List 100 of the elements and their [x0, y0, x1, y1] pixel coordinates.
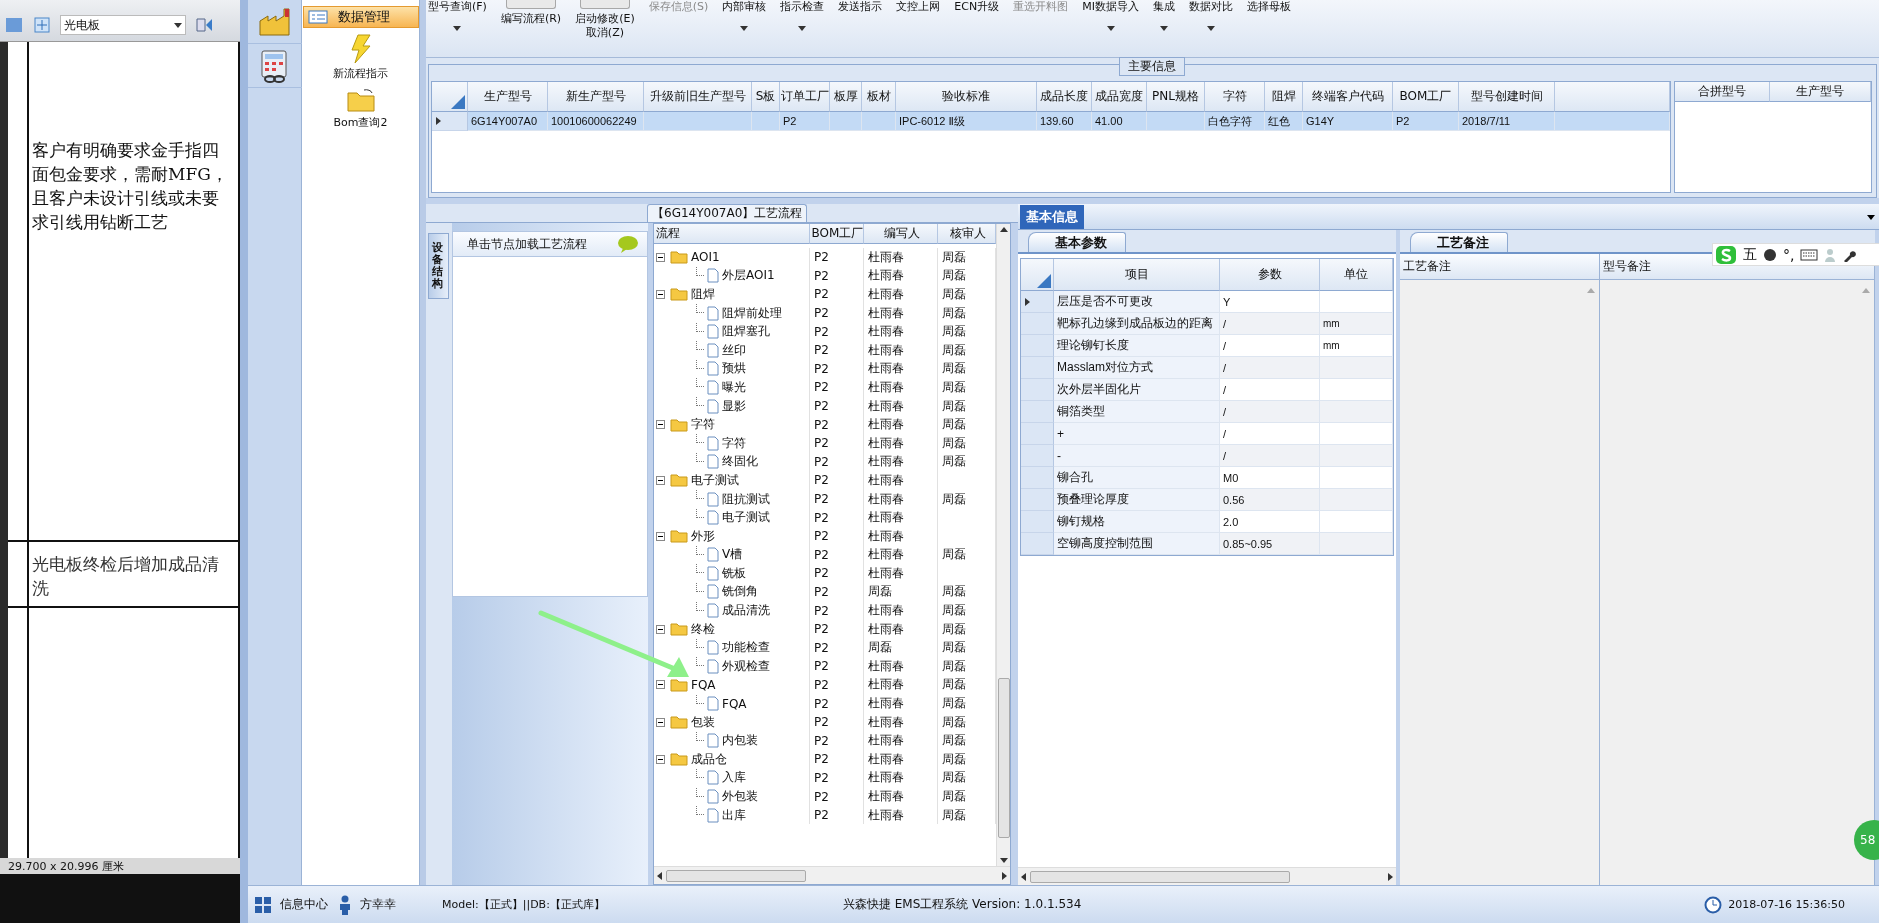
toolbar-button[interactable]: 选择母板 — [1246, 0, 1291, 57]
toolbar-button[interactable]: ECN升级 — [954, 0, 1000, 57]
toolbar-button[interactable]: 集成 — [1152, 0, 1175, 57]
tree-node[interactable]: 字符 — [654, 415, 810, 434]
scroll-thumb[interactable] — [997, 678, 1010, 838]
tree-node[interactable]: 功能检查 — [654, 638, 810, 658]
params-tab[interactable]: 基本参数 — [1028, 232, 1126, 252]
info-tab[interactable]: 基本信息 — [1020, 205, 1084, 229]
column-header[interactable]: 验收标准 — [896, 82, 1037, 112]
tree-node[interactable]: 外形 — [654, 526, 810, 546]
column-header[interactable]: BOM工厂 — [810, 224, 864, 244]
tree-node[interactable]: 终检 — [654, 619, 810, 639]
toolbar-button[interactable]: 型号查询(F) — [428, 0, 487, 57]
tree-node[interactable]: 电子测试 — [654, 471, 810, 490]
column-header[interactable]: 新生产型号 — [548, 82, 644, 112]
column-header[interactable]: 型号创建时间 — [1459, 82, 1555, 112]
column-header[interactable]: 升级前旧生产型号 — [644, 82, 752, 112]
tree-node[interactable]: 阻焊塞孔 — [654, 322, 810, 341]
collapse-icon[interactable] — [656, 680, 665, 690]
column-header[interactable]: 订单工厂 — [780, 82, 830, 112]
tree-node[interactable]: 预烘 — [654, 359, 810, 379]
column-header[interactable]: 单位 — [1320, 259, 1393, 291]
scroll-down-icon[interactable] — [999, 858, 1008, 863]
ime-logo-icon[interactable] — [1715, 244, 1737, 265]
person-icon[interactable] — [1824, 247, 1837, 262]
collapse-icon[interactable] — [656, 531, 665, 541]
column-header[interactable]: S板 — [752, 82, 780, 112]
horizontal-scrollbar[interactable] — [1018, 867, 1396, 885]
tree-node[interactable]: 阻焊 — [654, 285, 810, 304]
collapse-icon[interactable] — [656, 290, 665, 299]
tree-node[interactable]: 阻焊前处理 — [654, 303, 810, 323]
collapse-icon[interactable] — [656, 252, 665, 262]
column-header[interactable]: 成品长度 — [1037, 82, 1092, 112]
collapse-icon[interactable] — [656, 420, 665, 430]
tree-node[interactable]: 出库 — [654, 805, 810, 825]
info-center-link[interactable]: 信息中心 — [280, 896, 328, 913]
toolbar-button[interactable]: 文控上网 — [896, 0, 941, 57]
tree-node[interactable]: 成品仓 — [654, 750, 810, 769]
grid-icon[interactable] — [254, 895, 272, 914]
toolbar-button[interactable]: 指示检查 — [780, 0, 825, 57]
tree-node[interactable]: 丝印 — [654, 340, 810, 360]
column-header[interactable]: 阻焊 — [1265, 82, 1303, 112]
tree-node[interactable]: 包装 — [654, 712, 810, 732]
tree-node[interactable]: 入库 — [654, 768, 810, 788]
tree-node[interactable]: 内包装 — [654, 731, 810, 751]
scroll-right-icon[interactable] — [1388, 872, 1393, 881]
column-header[interactable]: 合拼型号 — [1675, 82, 1770, 102]
tree-node[interactable]: 电子测试 — [654, 508, 810, 527]
toolbar-button[interactable]: 数据对比 — [1188, 0, 1233, 57]
tree-node[interactable]: 铣板 — [654, 564, 810, 583]
dropdown-icon[interactable] — [1867, 215, 1875, 220]
tree-node[interactable]: FQA — [654, 694, 810, 713]
column-header[interactable]: 字符 — [1205, 82, 1265, 112]
column-header[interactable]: 工艺备注 — [1400, 254, 1599, 280]
column-header[interactable]: 板厚 — [830, 82, 862, 112]
scroll-left-icon[interactable] — [1021, 872, 1026, 881]
column-header[interactable]: 终端客户代码 — [1303, 82, 1393, 112]
tree-node[interactable]: 铣倒角 — [654, 582, 810, 602]
tree-node[interactable]: 终固化 — [654, 452, 810, 472]
scroll-thumb[interactable] — [1030, 870, 1290, 883]
toolbar-button[interactable]: 编写流程(R) — [500, 0, 562, 57]
nav-header[interactable]: 数据管理 — [302, 6, 419, 28]
factory-icon[interactable] — [257, 6, 292, 37]
collapse-icon[interactable] — [656, 624, 665, 634]
vertical-scrollbar[interactable] — [996, 224, 1010, 866]
column-header[interactable]: 生产型号 — [468, 82, 548, 112]
remarks-field[interactable] — [1400, 280, 1599, 885]
tree-node[interactable]: 字符 — [654, 433, 810, 453]
scroll-thumb[interactable] — [666, 869, 806, 882]
column-header[interactable]: 成品宽度 — [1092, 82, 1147, 112]
scroll-left-icon[interactable] — [657, 871, 662, 880]
tree-node[interactable]: 外包装 — [654, 787, 810, 806]
nav-item[interactable]: 新流程指示 — [333, 34, 388, 81]
nav-item[interactable]: Bom查询2 — [333, 87, 388, 130]
column-header[interactable]: 板材 — [862, 82, 896, 112]
tree-node[interactable]: 曝光 — [654, 378, 810, 397]
row-indicator[interactable] — [432, 112, 468, 131]
column-header[interactable]: PNL规格 — [1147, 82, 1205, 112]
toolbar-button[interactable]: 发送指示 — [838, 0, 883, 57]
tree-node[interactable]: 显影 — [654, 396, 810, 416]
toolbar-button[interactable]: MI数据导入 — [1082, 0, 1139, 57]
remarks-tab[interactable]: 工艺备注 — [1410, 232, 1508, 252]
scroll-right-icon[interactable] — [1002, 871, 1007, 880]
remarks-field[interactable] — [1600, 280, 1874, 885]
tree-node[interactable]: 阻抗测试 — [654, 489, 810, 509]
fit-page-icon[interactable] — [32, 15, 52, 35]
column-header[interactable]: 参数 — [1220, 259, 1320, 291]
zoom-combo[interactable]: 光电板 — [60, 15, 186, 35]
column-header[interactable]: 流程 — [654, 224, 810, 244]
column-header[interactable]: BOM工厂 — [1393, 82, 1459, 112]
scroll-up-icon[interactable] — [999, 227, 1008, 232]
tree-node[interactable]: AOI1 — [654, 248, 810, 267]
tree-node[interactable]: 外层AOI1 — [654, 266, 810, 286]
horizontal-scrollbar[interactable] — [654, 866, 1010, 884]
toolbar-button[interactable]: 启动修改(E) 取消(Z) — [575, 0, 635, 57]
layout-icon[interactable] — [4, 15, 24, 35]
collapse-icon[interactable] — [656, 754, 665, 764]
process-tab[interactable]: 【6G14Y007A0】工艺流程 — [647, 204, 808, 222]
column-header[interactable]: 项目 — [1054, 259, 1220, 291]
tree-node[interactable]: V槽 — [654, 545, 810, 565]
